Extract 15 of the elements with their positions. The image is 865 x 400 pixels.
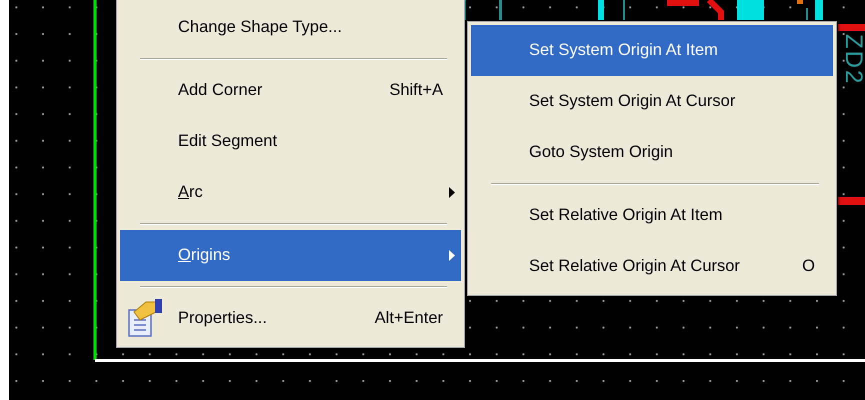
menu-item[interactable]: Add Corner Shift+A: [120, 65, 461, 116]
menu-item[interactable]: Set Relative Origin At Cursor O: [471, 241, 833, 292]
menu-item[interactable]: Set System Origin At Item: [471, 25, 833, 76]
menu-item[interactable]: Arc: [120, 167, 461, 218]
menu-item[interactable]: Change Shape Type...: [120, 2, 461, 53]
submenu-arrow-icon: [449, 250, 455, 261]
menu-item[interactable]: Set System Origin At Cursor: [471, 76, 833, 127]
component-designator: ZD2: [839, 34, 865, 86]
menu-item[interactable]: Set Relative Origin At Item: [471, 190, 833, 241]
menu-item[interactable]: Origins: [120, 230, 461, 281]
submenu-arrow-icon: [449, 187, 455, 198]
menu-item[interactable]: Properties... Alt+Enter: [120, 293, 461, 344]
menu-item[interactable]: Edit Segment: [120, 116, 461, 167]
menu-item[interactable]: Goto System Origin: [471, 127, 833, 178]
properties-icon: [128, 298, 164, 338]
